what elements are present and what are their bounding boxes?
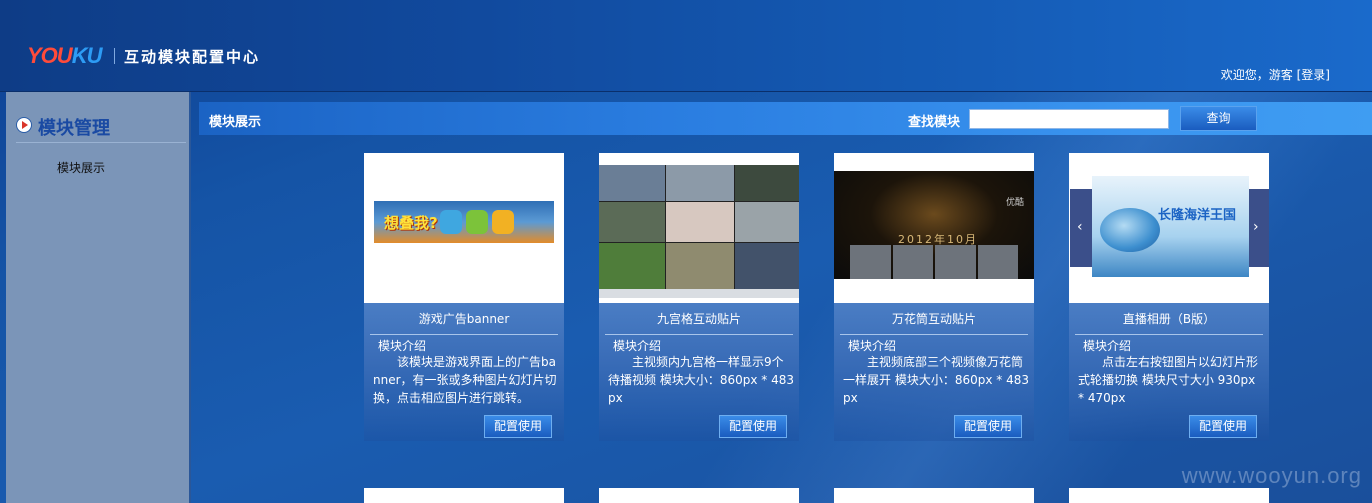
login-link[interactable]: [登录] [1297,68,1330,82]
sidebar-title: 模块管理 [38,118,110,139]
page-title: 模块展示 [209,115,262,130]
module-description: 主视频底部三个视频像万花筒一样展开 模块大小：860px * 483px [843,355,1029,405]
site-title: 互动模块配置中心 [124,48,261,66]
search-label: 查找模块 [908,115,961,130]
whale-image [1100,208,1160,252]
module-thumbnail[interactable]: 2012年10月 优酷 [834,153,1034,303]
banner-preview-text: 想叠我? [384,214,438,232]
module-intro-label: 模块介绍 [1083,339,1132,353]
header: YOUKU 互动模块配置中心 欢迎您，游客 [登录] [0,0,1372,92]
search-button[interactable]: 查询 [1180,106,1257,131]
album-preview: 长隆海洋王国 [1092,176,1249,277]
module-thumbnail[interactable] [599,153,799,303]
toy-shape [466,210,488,234]
play-circle-icon [16,117,32,133]
module-card-partial[interactable] [364,488,564,503]
module-name: 万花筒互动贴片 [840,310,1028,335]
module-card-partial[interactable] [1069,488,1269,503]
module-card: 长隆海洋王国 ‹ › 直播相册（B版） 模块介绍 点击左右按钮图片以幻灯片形式轮… [1069,153,1269,441]
configure-button[interactable]: 配置使用 [954,415,1022,438]
sidebar-item-module-display[interactable]: 模块展示 [57,159,105,176]
youku-logo[interactable]: YOUKU [27,42,107,70]
module-description: 该模块是游戏界面上的广告banner，有一张或多种图片幻灯片切换，点击相应图片进… [373,355,557,405]
toy-shape [440,210,462,234]
grid-preview [599,165,799,291]
configure-button[interactable]: 配置使用 [484,415,552,438]
logo-text-ku: KU [71,43,103,68]
toy-shape [492,210,514,234]
configure-button[interactable]: 配置使用 [1189,415,1257,438]
sidebar-header: 模块管理 [16,114,186,143]
banner-preview: 想叠我? [374,201,554,243]
module-thumbnail[interactable]: 长隆海洋王国 ‹ › [1069,153,1269,303]
preview-logo-text: 优酷 [1005,198,1024,208]
sidebar: 模块管理 模块展示 [6,92,191,503]
logo-separator [114,48,115,64]
module-name: 直播相册（B版） [1075,310,1263,335]
module-name: 九宫格互动贴片 [605,310,793,335]
module-description: 主视频内九宫格一样显示9个待播视频 模块大小：860px * 483px [608,355,794,405]
module-card-partial[interactable] [599,488,799,503]
watermark: www.wooyun.org [1181,463,1362,488]
welcome-area: 欢迎您，游客 [登录] [1221,66,1330,83]
module-thumbnail[interactable]: 想叠我? [364,153,564,303]
logo-text-you: YOU [27,43,73,68]
configure-button[interactable]: 配置使用 [719,415,787,438]
module-intro-label: 模块介绍 [848,339,897,353]
module-card: 2012年10月 优酷 万花筒互动贴片 模块介绍 主视频底部三个视频像万花筒一样… [834,153,1034,441]
player-control-bar [599,289,799,298]
module-card-partial[interactable] [834,488,1034,503]
module-description: 点击左右按钮图片以幻灯片形式轮播切换 模块尺寸大小 930px * 470px [1078,355,1259,405]
welcome-text: 欢迎您，游客 [1220,68,1293,82]
preview-thumbnails [834,245,1034,279]
main-title-bar: 模块展示 查找模块 查询 [199,102,1372,135]
chevron-left-icon: ‹ [1077,219,1083,235]
module-card: 九宫格互动贴片 模块介绍 主视频内九宫格一样显示9个待播视频 模块大小：860p… [599,153,799,441]
module-intro-label: 模块介绍 [613,339,662,353]
module-card: 想叠我? 游戏广告banner 模块介绍 该模块是游戏界面上的广告banner，… [364,153,564,441]
album-preview-title: 长隆海洋王国 [1158,208,1237,223]
module-intro-label: 模块介绍 [378,339,427,353]
search-input[interactable] [969,109,1169,129]
module-name: 游戏广告banner [370,310,558,335]
chevron-right-icon: › [1253,219,1259,235]
